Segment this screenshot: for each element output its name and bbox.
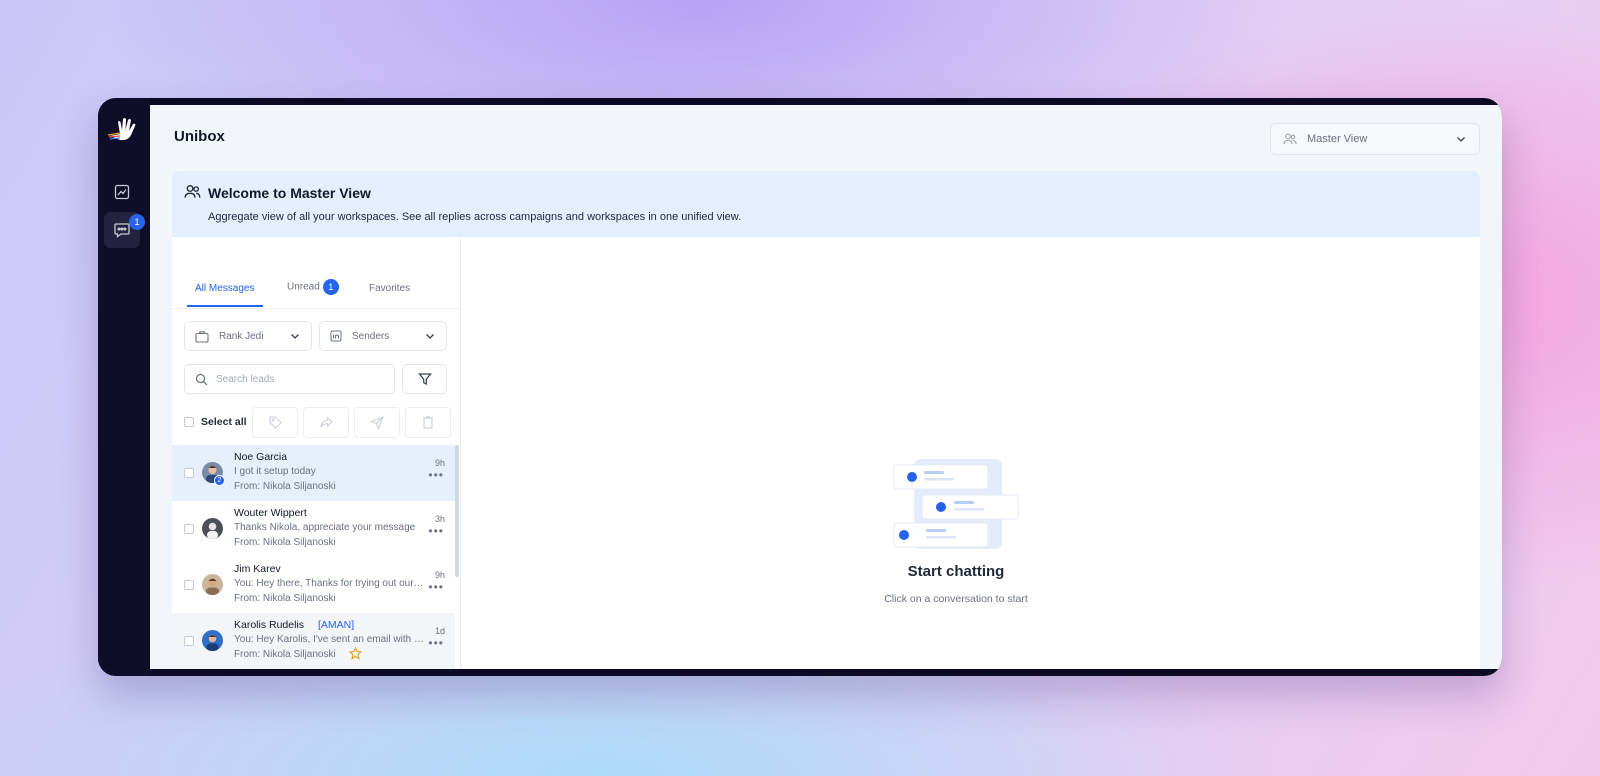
sidebar-item-unibox[interactable]: 1	[104, 212, 145, 248]
empty-state-title: Start chatting	[907, 563, 1005, 580]
briefcase-icon	[195, 330, 209, 343]
more-options-icon[interactable]: •••	[428, 469, 444, 481]
users-icon	[184, 185, 201, 198]
avatar	[202, 518, 223, 539]
star-icon[interactable]	[349, 647, 362, 660]
more-options-icon[interactable]: •••	[428, 637, 444, 649]
senders-dropdown[interactable]: Senders	[319, 321, 447, 351]
unread-badge: 1	[129, 214, 145, 230]
unread-badge: 2	[214, 475, 225, 486]
lead-name: Wouter Wippert	[234, 507, 307, 519]
filter-button[interactable]	[402, 364, 447, 394]
timestamp: 3h	[434, 514, 445, 524]
chart-icon	[114, 184, 130, 200]
conversation-list: 2 Noe Garcia I got it setup today From: …	[172, 445, 455, 669]
tag-button[interactable]	[252, 407, 298, 438]
trash-icon	[423, 416, 433, 429]
timestamp: 1d	[434, 626, 445, 636]
tab-favorites[interactable]: Favorites	[369, 283, 410, 294]
tab-all-messages[interactable]: All Messages	[195, 283, 254, 294]
master-view-label: Master View	[1307, 133, 1368, 145]
app-window: 1 Unibox Master View Welcome to Master V…	[98, 98, 1502, 676]
lead-name: Jim Karev	[234, 563, 281, 575]
avatar	[202, 630, 223, 651]
filter-icon	[417, 373, 432, 386]
users-icon	[1283, 133, 1297, 145]
master-view-select[interactable]: Master View	[1270, 123, 1480, 155]
select-all-label: Select all	[201, 416, 247, 428]
main-area: Unibox Master View Welcome to Master Vie…	[150, 105, 1502, 669]
forward-icon	[319, 416, 333, 428]
workspace-label: Rank Jedi	[219, 330, 264, 342]
linkedin-icon	[330, 330, 342, 342]
empty-state-subtitle: Click on a conversation to start	[884, 593, 1028, 605]
sender-line: From: Nikola Siljanoski	[234, 481, 336, 492]
search-icon	[195, 373, 208, 385]
message-preview: You: Hey Karolis, I've sent an email wit…	[234, 634, 424, 645]
message-tabs: All Messages Unread 1 Favorites	[172, 277, 461, 309]
timestamp: 9h	[434, 570, 445, 580]
tag-icon	[268, 416, 282, 429]
senders-label: Senders	[352, 330, 390, 342]
forward-button[interactable]	[303, 407, 349, 438]
sender-line: From: Nikola Siljanoski	[234, 649, 336, 660]
chevron-down-icon	[291, 334, 299, 339]
select-all-checkbox[interactable]	[184, 417, 194, 427]
row-checkbox[interactable]	[184, 580, 194, 590]
chat-illustration-icon	[893, 459, 1019, 549]
bulk-actions-row: Select all	[184, 407, 454, 438]
more-options-icon[interactable]: •••	[428, 525, 444, 537]
sidebar: 1	[98, 98, 150, 676]
sidebar-item-analytics[interactable]	[104, 174, 140, 210]
search-box[interactable]	[184, 364, 395, 394]
tab-unread-label: Unread	[287, 281, 320, 293]
search-leads-input[interactable]	[216, 373, 376, 385]
table-row[interactable]: Jim Karev You: Hey there, Thanks for try…	[172, 557, 455, 613]
table-row[interactable]: Karolis Rudelis [AMAN] You: Hey Karolis,…	[172, 613, 455, 669]
banner-title: Welcome to Master View	[208, 185, 371, 201]
send-button[interactable]	[354, 407, 400, 438]
conversation-list-pane: All Messages Unread 1 Favorites Rank Jedi	[172, 237, 461, 669]
lead-tag: [AMAN]	[318, 619, 355, 631]
unread-count-badge: 1	[322, 279, 339, 295]
list-scrollbar[interactable]	[455, 445, 459, 577]
inbox-panel: All Messages Unread 1 Favorites Rank Jedi	[172, 237, 1480, 669]
workspace-dropdown[interactable]: Rank Jedi	[184, 321, 312, 351]
delete-button[interactable]	[405, 407, 451, 438]
tab-unread[interactable]: Unread 1	[287, 279, 339, 295]
more-options-icon[interactable]: •••	[428, 581, 444, 593]
welcome-banner: Welcome to Master View Aggregate view of…	[172, 171, 1480, 237]
chevron-down-icon	[426, 334, 434, 339]
sender-line: From: Nikola Siljanoski	[234, 593, 336, 604]
banner-description: Aggregate view of all your workspaces. S…	[208, 211, 742, 223]
row-checkbox[interactable]	[184, 524, 194, 534]
message-preview: I got it setup today	[234, 466, 316, 477]
lead-name: Karolis Rudelis	[234, 619, 305, 631]
row-checkbox[interactable]	[184, 468, 194, 478]
row-checkbox[interactable]	[184, 636, 194, 646]
message-preview: You: Hey there, Thanks for trying out ou…	[234, 578, 424, 589]
avatar	[202, 574, 223, 595]
page-title: Unibox	[174, 128, 225, 145]
table-row[interactable]: Wouter Wippert Thanks Nikola, appreciate…	[172, 501, 455, 557]
hand-logo-icon[interactable]	[106, 116, 142, 144]
chevron-down-icon	[1457, 137, 1465, 142]
sender-line: From: Nikola Siljanoski	[234, 537, 336, 548]
send-icon	[369, 415, 384, 430]
table-row[interactable]: 2 Noe Garcia I got it setup today From: …	[172, 445, 455, 501]
timestamp: 9h	[434, 458, 445, 468]
lead-name: Noe Garcia	[234, 451, 288, 463]
message-preview: Thanks Nikola, appreciate your message	[234, 522, 416, 533]
active-tab-indicator	[187, 305, 263, 307]
